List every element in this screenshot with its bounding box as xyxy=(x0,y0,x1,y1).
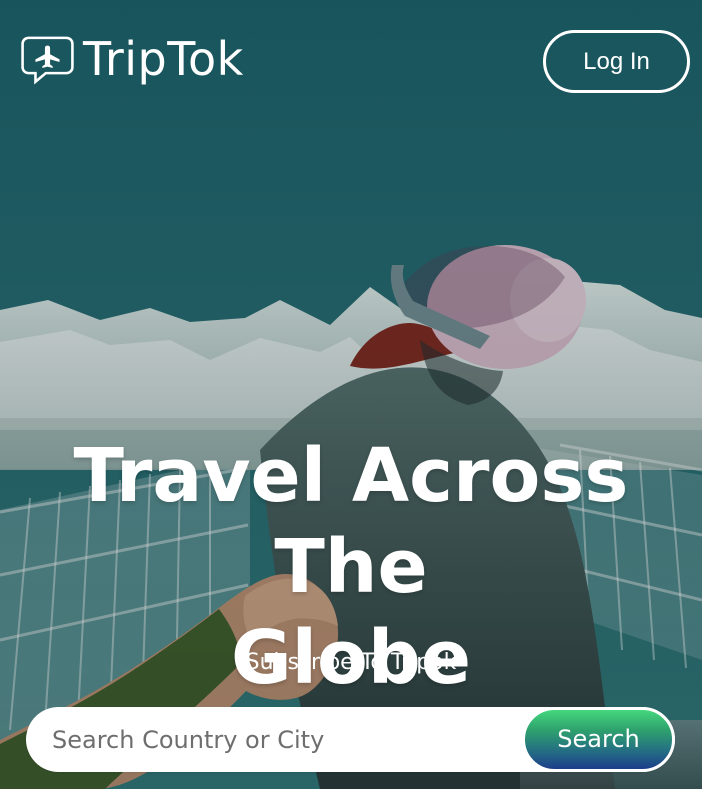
search-input[interactable] xyxy=(50,717,504,762)
airplane-chat-icon xyxy=(21,36,74,85)
search-button[interactable]: Search xyxy=(522,707,675,772)
search-bar: Search xyxy=(26,707,675,772)
hero-subtitle: Subscribe To Tripok xyxy=(245,650,457,675)
brand-name: TripTok xyxy=(83,31,244,86)
headline-line-1: Travel Across The xyxy=(73,433,629,611)
logo[interactable]: TripTok xyxy=(20,31,244,86)
hero-section: TripTok Log In Travel Across The Globe S… xyxy=(0,0,702,789)
login-button[interactable]: Log In xyxy=(543,30,690,93)
